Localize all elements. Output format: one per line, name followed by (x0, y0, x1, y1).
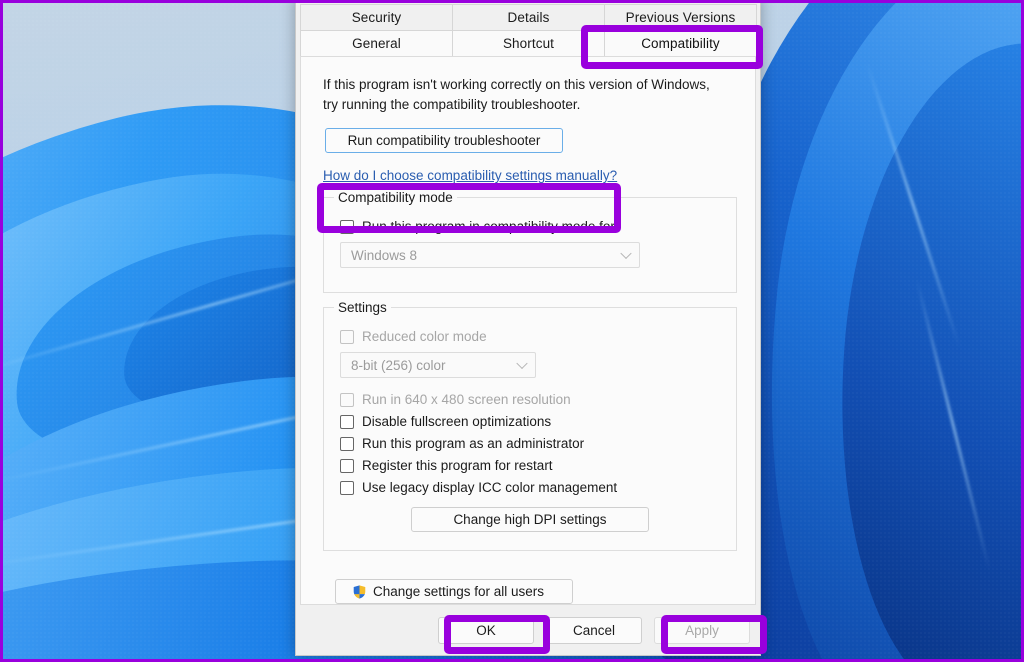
screen: Security Details Previous Versions Gener… (0, 0, 1024, 662)
color-depth-dropdown[interactable]: 8-bit (256) color (340, 352, 536, 379)
checkbox-icon[interactable] (340, 414, 354, 429)
checkbox-label: Run this program in compatibility mode f… (362, 219, 619, 235)
checkbox-icon[interactable] (340, 392, 354, 407)
checkbox-icon[interactable] (340, 458, 354, 473)
checkbox-label: Disable fullscreen optimizations (362, 414, 552, 430)
checkbox-icon[interactable] (340, 219, 354, 234)
tab-label: Shortcut (502, 36, 555, 51)
legacy-icc-color-management-checkbox-row[interactable]: Use legacy display ICC color management (340, 480, 724, 495)
change-high-dpi-settings-button[interactable]: Change high DPI settings (411, 507, 649, 533)
tab-compatibility[interactable]: Compatibility (604, 30, 757, 56)
dialog-button-bar: OK Cancel Apply (296, 605, 760, 655)
button-label: OK (476, 622, 496, 638)
checkbox-label: Register this program for restart (362, 458, 553, 474)
compatibility-settings-help-link[interactable]: How do I choose compatibility settings m… (323, 168, 617, 183)
tab-shortcut[interactable]: Shortcut (452, 30, 605, 56)
tab-label: Compatibility (641, 36, 720, 51)
tab-previous-versions[interactable]: Previous Versions (604, 4, 757, 30)
register-for-restart-checkbox-row[interactable]: Register this program for restart (340, 458, 724, 473)
checkbox-icon[interactable] (340, 480, 354, 495)
cancel-button[interactable]: Cancel (546, 616, 642, 644)
compatibility-mode-group: Compatibility mode Run this program in c… (323, 190, 737, 294)
intro-text: If this program isn't working correctly … (323, 77, 710, 112)
tab-strip: Security Details Previous Versions Gener… (300, 4, 757, 56)
tab-label: General (352, 36, 401, 51)
tab-row-bottom: General Shortcut Compatibility (300, 30, 757, 56)
tab-details[interactable]: Details (452, 4, 605, 30)
checkbox-label: Run this program as an administrator (362, 436, 585, 452)
properties-dialog: Security Details Previous Versions Gener… (295, 3, 761, 656)
dropdown-value: 8-bit (256) color (351, 357, 446, 373)
tab-security[interactable]: Security (300, 4, 453, 30)
checkbox-label: Use legacy display ICC color management (362, 480, 618, 496)
run-compatibility-troubleshooter-button[interactable]: Run compatibility troubleshooter (325, 128, 563, 154)
change-settings-for-all-users-button[interactable]: Change settings for all users (335, 579, 573, 605)
settings-legend: Settings (334, 300, 391, 316)
dropdown-value: Windows 8 (351, 247, 418, 263)
reduced-color-mode-checkbox-row[interactable]: Reduced color mode (340, 329, 724, 344)
disable-fullscreen-optimizations-checkbox-row[interactable]: Disable fullscreen optimizations (340, 414, 724, 429)
apply-button[interactable]: Apply (654, 616, 750, 644)
compatibility-mode-legend: Compatibility mode (334, 190, 457, 206)
button-label: Apply (685, 622, 719, 638)
checkbox-icon[interactable] (340, 329, 354, 344)
checkbox-label: Run in 640 x 480 screen resolution (362, 392, 571, 408)
run-in-compatibility-mode-checkbox-row[interactable]: Run this program in compatibility mode f… (340, 219, 724, 234)
button-label: Cancel (572, 622, 616, 638)
uac-shield-icon (352, 584, 367, 600)
settings-group: Settings Reduced color mode 8-bit (256) … (323, 300, 737, 552)
run-as-administrator-checkbox-row[interactable]: Run this program as an administrator (340, 436, 724, 451)
ok-button[interactable]: OK (438, 616, 534, 644)
compatibility-mode-dropdown[interactable]: Windows 8 (340, 242, 640, 269)
tab-label: Previous Versions (625, 10, 736, 25)
tab-label: Details (507, 10, 550, 25)
button-label: Change settings for all users (372, 584, 545, 600)
checkbox-label: Reduced color mode (362, 329, 487, 345)
chevron-down-icon (620, 247, 632, 260)
tab-label: Security (351, 10, 402, 25)
tab-row-top: Security Details Previous Versions (300, 4, 757, 30)
tab-general[interactable]: General (300, 30, 453, 56)
chevron-down-icon (516, 357, 528, 370)
checkbox-icon[interactable] (340, 436, 354, 451)
compatibility-tab-page: If this program isn't working correctly … (300, 56, 756, 605)
run-640x480-checkbox-row[interactable]: Run in 640 x 480 screen resolution (340, 392, 724, 407)
